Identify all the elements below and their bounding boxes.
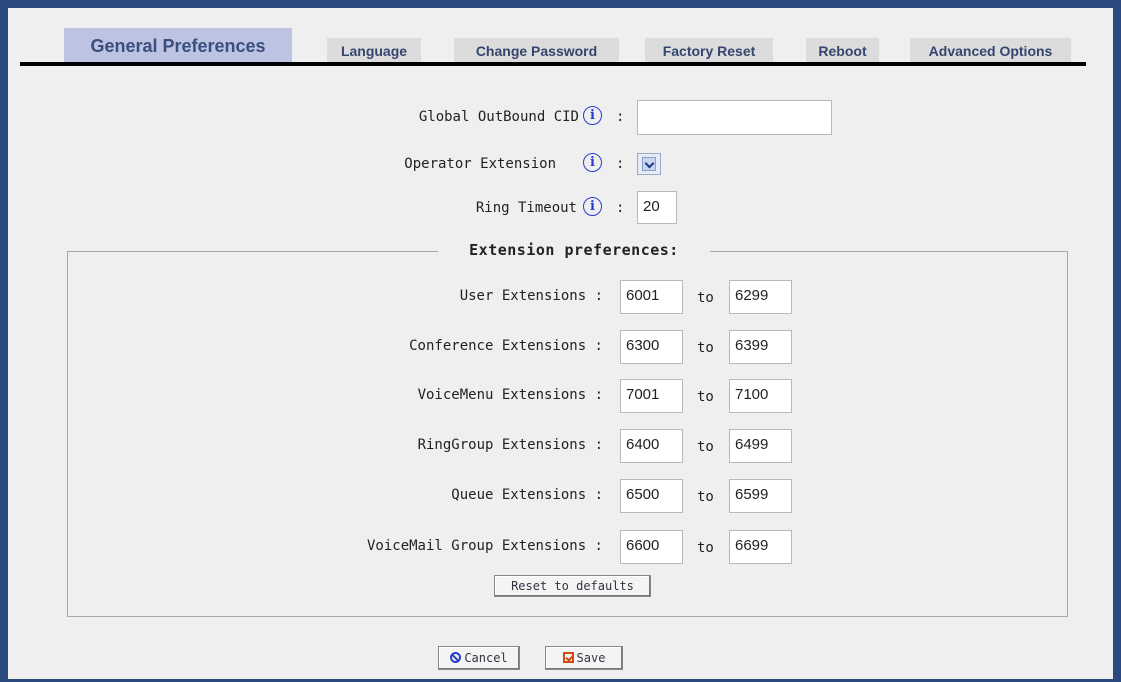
range-to-label: to bbox=[697, 489, 714, 505]
tab-factory-reset[interactable]: Factory Reset bbox=[645, 38, 773, 64]
tab-change-password[interactable]: Change Password bbox=[454, 38, 619, 64]
range-to-label: to bbox=[697, 340, 714, 356]
queue-extensions-from-input[interactable]: 6500 bbox=[620, 479, 683, 513]
save-checkbox-icon bbox=[562, 652, 574, 663]
ringgroup-extensions-from-input[interactable]: 6400 bbox=[620, 429, 683, 463]
chevron-down-icon bbox=[642, 157, 656, 171]
range-to-label: to bbox=[697, 439, 714, 455]
tab-general-preferences[interactable]: General Preferences bbox=[64, 28, 292, 64]
tab-advanced-options[interactable]: Advanced Options bbox=[910, 38, 1071, 64]
voicemenu-extensions-label: VoiceMenu Extensions : bbox=[417, 387, 603, 403]
range-to-label: to bbox=[697, 540, 714, 556]
tab-bar: General Preferences Language Change Pass… bbox=[8, 8, 1113, 68]
range-to-label: to bbox=[697, 389, 714, 405]
outbound-cid-info-icon[interactable]: i bbox=[583, 106, 602, 125]
save-button-label: Save bbox=[576, 651, 606, 665]
conference-extensions-label: Conference Extensions : bbox=[409, 338, 603, 354]
operator-extension-info-icon[interactable]: i bbox=[583, 153, 602, 172]
ring-timeout-colon: : bbox=[616, 200, 625, 216]
operator-extension-colon: : bbox=[616, 156, 625, 172]
reset-to-defaults-button[interactable]: Reset to defaults bbox=[494, 575, 651, 597]
ring-timeout-row: Ring Timeout i : 20 bbox=[8, 191, 1113, 225]
outbound-cid-colon: : bbox=[616, 109, 625, 125]
user-extensions-label: User Extensions : bbox=[459, 288, 603, 304]
voicemail-group-extensions-from-input[interactable]: 6600 bbox=[620, 530, 683, 564]
tab-language[interactable]: Language bbox=[327, 38, 421, 64]
outbound-cid-label: Global OutBound CID bbox=[418, 109, 579, 125]
outbound-cid-row: Global OutBound CID i : bbox=[8, 100, 1113, 136]
operator-extension-row: Operator Extension i : bbox=[8, 151, 1113, 177]
outbound-cid-input[interactable] bbox=[637, 100, 832, 135]
cancel-icon bbox=[450, 652, 462, 663]
ringgroup-extensions-label: RingGroup Extensions : bbox=[417, 437, 603, 453]
voicemail-group-extensions-to-input[interactable]: 6699 bbox=[729, 530, 792, 564]
tab-underline bbox=[20, 62, 1086, 66]
ring-timeout-info-icon[interactable]: i bbox=[583, 197, 602, 216]
voicemail-group-extensions-label: VoiceMail Group Extensions : bbox=[366, 538, 603, 554]
ringgroup-extensions-to-input[interactable]: 6499 bbox=[729, 429, 792, 463]
ring-timeout-label: Ring Timeout bbox=[475, 200, 577, 216]
ring-timeout-input[interactable]: 20 bbox=[637, 191, 677, 224]
extension-preferences-fieldset bbox=[67, 251, 1068, 617]
voicemenu-extensions-from-input[interactable]: 7001 bbox=[620, 379, 683, 413]
user-extensions-from-input[interactable]: 6001 bbox=[620, 280, 683, 314]
tab-reboot[interactable]: Reboot bbox=[806, 38, 879, 64]
conference-extensions-from-input[interactable]: 6300 bbox=[620, 330, 683, 364]
extension-preferences-legend: Extension preferences: bbox=[438, 241, 710, 259]
range-to-label: to bbox=[697, 290, 714, 306]
settings-panel: General Preferences Language Change Pass… bbox=[8, 8, 1113, 679]
cancel-button-label: Cancel bbox=[464, 651, 508, 665]
save-button[interactable]: Save bbox=[545, 646, 623, 670]
operator-extension-label: Operator Extension bbox=[404, 156, 556, 172]
voicemenu-extensions-to-input[interactable]: 7100 bbox=[729, 379, 792, 413]
queue-extensions-to-input[interactable]: 6599 bbox=[729, 479, 792, 513]
queue-extensions-label: Queue Extensions : bbox=[451, 487, 603, 503]
cancel-button[interactable]: Cancel bbox=[438, 646, 520, 670]
operator-extension-select[interactable] bbox=[637, 153, 661, 175]
user-extensions-to-input[interactable]: 6299 bbox=[729, 280, 792, 314]
conference-extensions-to-input[interactable]: 6399 bbox=[729, 330, 792, 364]
